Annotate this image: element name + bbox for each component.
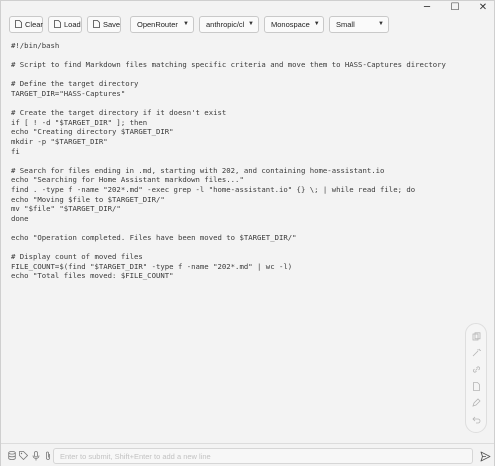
undo-icon[interactable] — [470, 414, 482, 426]
save-button[interactable]: Save — [87, 15, 121, 33]
tag-icon[interactable] — [19, 450, 28, 461]
document-icon — [15, 20, 22, 28]
link-icon[interactable] — [470, 364, 482, 376]
chevron-down-icon: ▼ — [183, 21, 189, 27]
code-line: # Create the target directory if it does… — [11, 108, 227, 118]
code-line: echo "Operation completed. Files have be… — [11, 232, 297, 242]
bottom-input-bar — [1, 443, 494, 466]
document-icon[interactable] — [470, 380, 482, 392]
clear-button[interactable]: Clear — [9, 15, 43, 33]
font-select[interactable]: Monospace ▼ — [264, 15, 324, 33]
code-line: mkdir -p "$TARGET_DIR" — [11, 136, 108, 146]
code-line: echo "Moving $file to $TARGET_DIR/" — [11, 194, 165, 204]
load-button-label: Load — [64, 19, 81, 29]
code-line: FILE_COUNT=$(find "$TARGET_DIR" -type f … — [11, 261, 293, 271]
attachment-icon[interactable] — [43, 450, 52, 461]
code-line: # Search for files ending in .md, starti… — [11, 165, 385, 175]
code-line: mv "$file" "$TARGET_DIR/" — [11, 204, 121, 214]
code-line: echo "Searching for Home Assistant markd… — [11, 175, 244, 185]
magic-icon[interactable] — [470, 347, 482, 359]
code-line: if [ ! -d "$TARGET_DIR" ]; then — [11, 117, 148, 127]
code-line: #!/bin/bash — [11, 41, 60, 50]
code-line: fi — [11, 146, 20, 156]
chevron-down-icon: ▼ — [378, 21, 384, 27]
code-line: # Script to find Markdown files matching… — [11, 60, 446, 70]
code-line: # Display count of moved files — [11, 252, 143, 262]
clear-button-label: Clear — [25, 19, 43, 29]
message-input[interactable] — [53, 448, 473, 464]
minimize-button[interactable]: ─ — [422, 2, 432, 13]
microphone-icon[interactable] — [31, 450, 40, 461]
save-button-label: Save — [103, 19, 121, 29]
code-line: find . -type f -name "202*.md" -exec gre… — [11, 184, 416, 194]
save-icon — [93, 20, 100, 28]
database-icon[interactable] — [7, 450, 16, 461]
code-content: #!/bin/bash # Script to find Markdown fil… — [11, 41, 451, 281]
size-select-value: Small — [336, 19, 355, 29]
title-bar: ─ ☐ ✕ — [1, 1, 494, 13]
load-button[interactable]: Load — [48, 15, 82, 33]
code-editor[interactable]: #!/bin/bash # Script to find Markdown fil… — [11, 41, 451, 437]
model-select[interactable]: anthropic/claude ▼ — [199, 15, 259, 33]
input-tool-icons — [7, 450, 52, 461]
code-line: # Define the target directory — [11, 79, 139, 89]
file-icon — [54, 20, 61, 28]
copy-icon[interactable] — [470, 330, 482, 342]
send-icon[interactable] — [479, 450, 491, 462]
window-controls: ─ ☐ ✕ — [422, 2, 488, 13]
font-select-value: Monospace — [271, 19, 310, 29]
app-window: ─ ☐ ✕ Clear Load Save OpenRouter ▼ anthr… — [0, 0, 495, 466]
close-button[interactable]: ✕ — [478, 2, 488, 13]
code-line: echo "Creating directory $TARGET_DIR" — [11, 127, 174, 137]
chevron-down-icon: ▼ — [248, 21, 254, 27]
chevron-down-icon: ▼ — [313, 21, 320, 27]
model-select-value: anthropic/claude — [206, 19, 245, 29]
edit-icon[interactable] — [470, 397, 482, 409]
size-select[interactable]: Small ▼ — [329, 15, 389, 33]
code-line: done — [11, 213, 29, 223]
toolbar: Clear Load Save OpenRouter ▼ anthropic/c… — [9, 15, 486, 33]
code-line: TARGET_DIR="HASS-Captures" — [11, 88, 126, 98]
provider-select[interactable]: OpenRouter ▼ — [130, 15, 194, 33]
side-action-panel — [465, 323, 487, 433]
code-line: echo "Total files moved: $FILE_COUNT" — [11, 271, 174, 281]
provider-select-value: OpenRouter — [137, 19, 178, 29]
maximize-button[interactable]: ☐ — [450, 2, 460, 13]
